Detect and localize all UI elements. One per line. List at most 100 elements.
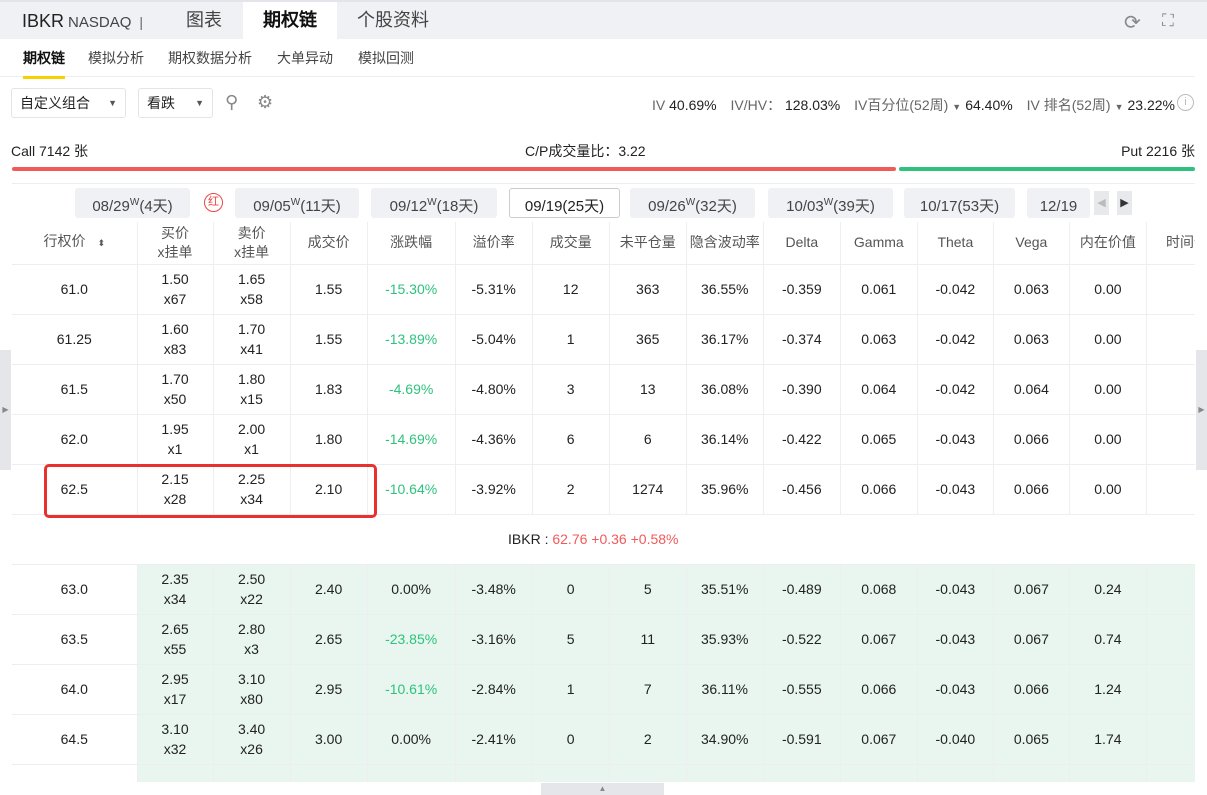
table-row[interactable]: 61.5 1.70 x50 1.80 x15 1.83 -4.69% -4.80% 3 13 36.… bbox=[12, 363, 1195, 414]
table-row[interactable]: 3.503.70 bbox=[12, 763, 1195, 782]
weekly-mark: W bbox=[290, 197, 301, 208]
column-header[interactable]: 买价 x挂单 bbox=[137, 222, 214, 264]
iv-percentile-value: 64.40% bbox=[965, 97, 1013, 113]
expiry-tab[interactable]: 09/12W(18天) bbox=[371, 188, 497, 218]
open-interest: 365 bbox=[609, 313, 687, 364]
scroll-right-button[interactable]: ▶ bbox=[1117, 191, 1132, 215]
column-header[interactable]: 行权价 ⬍ bbox=[12, 222, 138, 264]
column-header[interactable]: Delta bbox=[763, 222, 841, 264]
ask-cell[interactable]: 2.00 x1 bbox=[213, 413, 291, 464]
expiry-tab[interactable]: 09/19(25天) bbox=[509, 188, 620, 218]
column-header[interactable]: 未平仓量 bbox=[609, 222, 687, 264]
ask-cell[interactable]: 2.80 x3 bbox=[213, 613, 291, 664]
iv-rank-label[interactable]: IV 排名(52周) bbox=[1027, 97, 1111, 113]
expiry-tab[interactable]: 09/26W(32天) bbox=[630, 188, 755, 218]
expiry-date: 10/03 bbox=[786, 198, 824, 215]
subnav-simulation[interactable]: 模拟分析 bbox=[88, 48, 144, 68]
caret-down-icon[interactable]: ▼ bbox=[952, 102, 961, 112]
tab-chart[interactable]: 图表 bbox=[165, 2, 243, 39]
bid-cell[interactable]: 2.65 x55 bbox=[137, 613, 214, 664]
symbol-label: IBKR NASDAQ | bbox=[22, 11, 143, 32]
table-row[interactable]: 61.0 1.50 x67 1.65 x58 1.55 -15.30% -5.31% 12 363… bbox=[12, 263, 1195, 314]
strategy-select[interactable]: 自定义组合 ▼ bbox=[11, 88, 126, 118]
call-volume: Call 7142 张 bbox=[11, 143, 89, 159]
implied-vol: 34.90% bbox=[686, 713, 764, 764]
expiry-tab[interactable]: 08/29W(4天) bbox=[75, 188, 190, 218]
vega: 0.066 bbox=[993, 463, 1070, 514]
table-row[interactable]: 64.5 3.10 x32 3.40 x26 3.00 0.00% -2.41% 0 2 34.90… bbox=[12, 713, 1195, 764]
bid-size: x32 bbox=[163, 741, 187, 757]
column-header[interactable]: 成交价 bbox=[290, 222, 368, 264]
ask-cell[interactable]: 3.40 x26 bbox=[213, 713, 291, 764]
chevron-down-icon: ▼ bbox=[195, 98, 204, 108]
ask-cell[interactable]: 1.70 x41 bbox=[213, 313, 291, 364]
bid-cell[interactable]: 1.95 x1 bbox=[137, 413, 214, 464]
table-row[interactable]: 63.5 2.65 x55 2.80 x3 2.65 -23.85% -3.16% 5 11 35.… bbox=[12, 613, 1195, 664]
fullscreen-icon[interactable]: ⛶ bbox=[1162, 11, 1174, 31]
column-header[interactable]: 时间价值 bbox=[1146, 222, 1195, 264]
subnav-block-trades[interactable]: 大单异动 bbox=[277, 48, 333, 68]
implied-vol: 36.17% bbox=[686, 313, 764, 364]
column-header-label: 买价 x挂单 bbox=[157, 224, 193, 260]
left-panel-toggle[interactable]: ▶ bbox=[0, 350, 11, 470]
tab-option-chain[interactable]: 期权链 bbox=[243, 2, 337, 39]
subnav-option-data[interactable]: 期权数据分析 bbox=[168, 48, 252, 68]
ask-cell[interactable]: 1.80 x15 bbox=[213, 363, 291, 414]
column-header[interactable]: 卖价 x挂单 bbox=[213, 222, 291, 264]
tab-profile[interactable]: 个股资料 bbox=[337, 2, 449, 39]
bid-cell[interactable]: 1.70 x50 bbox=[137, 363, 214, 414]
column-header[interactable]: 内在价值 bbox=[1069, 222, 1147, 264]
table-row[interactable]: 62.0 1.95 x1 2.00 x1 1.80 -14.69% -4.36% 6 6 36.14… bbox=[12, 413, 1195, 464]
expiry-tab[interactable]: 12/19 bbox=[1027, 188, 1090, 218]
ask-cell[interactable]: 2.50 x22 bbox=[213, 563, 291, 614]
subnav-option-chain[interactable]: 期权链 bbox=[23, 48, 65, 79]
caret-down-icon[interactable]: ▼ bbox=[1115, 102, 1124, 112]
subnav-backtest[interactable]: 模拟回测 bbox=[358, 48, 414, 68]
gamma: 0.064 bbox=[840, 363, 918, 414]
expiry-tab[interactable]: 09/05W(11天) bbox=[235, 188, 359, 218]
right-panel-toggle[interactable]: ▶ bbox=[1196, 350, 1207, 470]
bid-cell[interactable]: 1.50 x67 bbox=[137, 263, 214, 314]
open-interest: 5 bbox=[609, 563, 687, 614]
ask-cell[interactable]: 3.10 x80 bbox=[213, 663, 291, 714]
implied-vol: 35.96% bbox=[686, 463, 764, 514]
bid-cell[interactable]: 1.60 x83 bbox=[137, 313, 214, 364]
table-row[interactable]: 61.25 1.60 x83 1.70 x41 1.55 -13.89% -5.04% 1 365… bbox=[12, 313, 1195, 364]
open-interest: 2 bbox=[609, 713, 687, 764]
ask: 3.70 bbox=[214, 779, 290, 782]
ivhv-label: IV/HV： bbox=[730, 97, 782, 113]
change-pct: -14.69% bbox=[367, 413, 456, 464]
bid: 2.65 bbox=[161, 621, 189, 637]
table-row[interactable]: 64.0 2.95 x17 3.10 x80 2.95 -10.61% -2.84% 1 7 36.… bbox=[12, 663, 1195, 714]
direction-select[interactable]: 看跌 ▼ bbox=[138, 88, 213, 118]
expiry-tab[interactable]: 10/03W(39天) bbox=[768, 188, 893, 218]
table-row[interactable]: 63.0 2.35 x34 2.50 x22 2.40 0.00% -3.48% 0 5 35.51… bbox=[12, 563, 1195, 614]
intrinsic-value: 0.00 bbox=[1069, 263, 1147, 314]
ask-cell[interactable]: 1.65 x58 bbox=[213, 263, 291, 314]
column-header[interactable]: 成交量 bbox=[532, 222, 610, 264]
column-header[interactable]: 隐含波动率 bbox=[686, 222, 764, 264]
column-header[interactable]: Vega bbox=[993, 222, 1070, 264]
column-header[interactable]: Theta bbox=[917, 222, 994, 264]
filter-icon[interactable]: ⚲ bbox=[225, 92, 238, 113]
column-header[interactable]: Gamma bbox=[840, 222, 918, 264]
gear-icon[interactable]: ⚙ bbox=[257, 92, 273, 113]
info-icon[interactable]: i bbox=[1177, 94, 1194, 111]
time-value: 2.19 bbox=[1146, 563, 1195, 614]
iv-percentile-label[interactable]: IV百分位(52周) bbox=[854, 97, 948, 113]
bid: 1.60 bbox=[161, 321, 189, 337]
bid-cell[interactable]: 3.50 bbox=[137, 763, 214, 782]
bottom-panel-toggle[interactable]: ▲ bbox=[541, 783, 664, 795]
bid-cell[interactable]: 2.95 x17 bbox=[137, 663, 214, 714]
call-volume-bar bbox=[12, 167, 896, 171]
sort-icon[interactable]: ⬍ bbox=[98, 238, 106, 248]
expiry-tab[interactable]: 10/17(53天) bbox=[904, 188, 1015, 218]
column-header[interactable]: 溢价率 bbox=[455, 222, 533, 264]
ask-cell[interactable]: 3.70 bbox=[213, 763, 291, 782]
scroll-left-button[interactable]: ◀ bbox=[1094, 191, 1109, 215]
last: 1.55 bbox=[290, 263, 368, 314]
bid-cell[interactable]: 2.35 x34 bbox=[137, 563, 214, 614]
refresh-icon[interactable]: ⟳ bbox=[1124, 10, 1141, 35]
column-header[interactable]: 涨跌幅 bbox=[367, 222, 456, 264]
bid-cell[interactable]: 3.10 x32 bbox=[137, 713, 214, 764]
